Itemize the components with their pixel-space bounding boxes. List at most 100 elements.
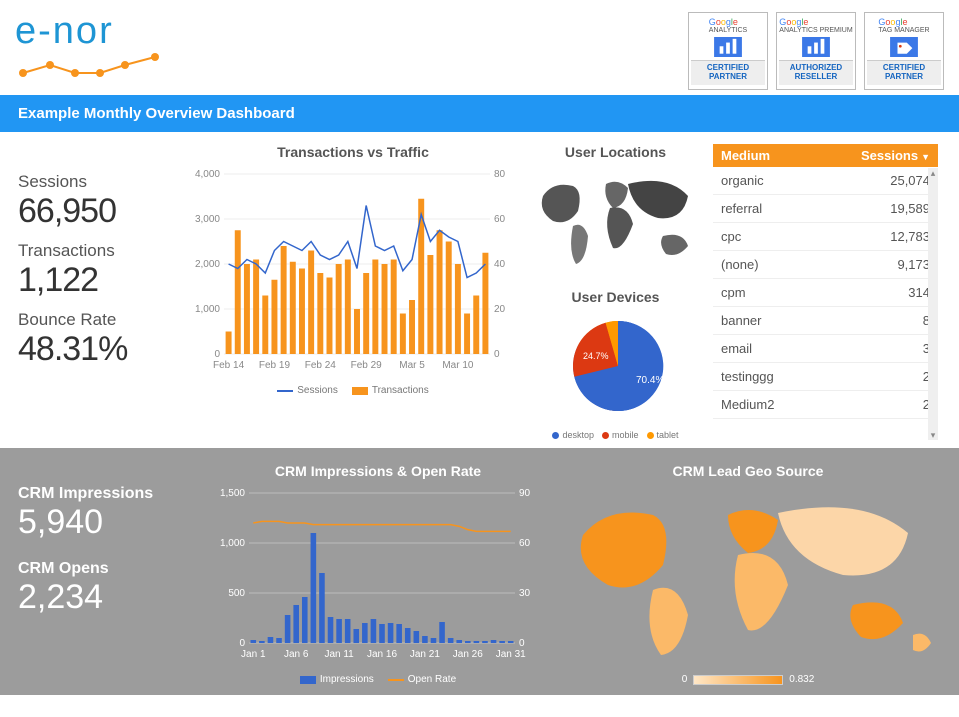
scroll-up-icon[interactable]: ▴ [928,168,938,178]
svg-text:0: 0 [214,349,220,360]
world-map-icon[interactable] [528,166,703,276]
svg-text:20: 20 [494,304,506,315]
cell-medium: cpm [713,279,814,307]
svg-text:Jan 1: Jan 1 [241,649,266,660]
cell-sessions: 12,783 [814,223,938,251]
crm-legend: Impressions Open Rate [213,674,543,685]
table-header-sessions[interactable]: Sessions▼ [814,144,938,167]
svg-text:40: 40 [494,259,506,270]
crm-geo-title: CRM Lead Geo Source [553,463,943,479]
svg-text:Jan 31: Jan 31 [496,649,526,660]
svg-text:Feb 14: Feb 14 [213,360,245,371]
kpi-crm-opens-value: 2,234 [18,578,203,617]
cell-sessions: 3 [814,335,938,363]
svg-text:Jan 6: Jan 6 [284,649,309,660]
pie-desktop-label: 70.4% [636,375,664,386]
scroll-down-icon[interactable]: ▾ [928,430,938,440]
header: e-nor Google ANALYTICS CERTIFIEDPARTNER … [0,0,959,95]
analytics-icon [713,37,743,57]
world-map-orange-icon [553,485,943,665]
svg-text:2,000: 2,000 [195,259,220,270]
svg-text:1,000: 1,000 [195,304,220,315]
svg-text:0: 0 [239,638,245,649]
svg-text:Feb 29: Feb 29 [351,360,383,371]
svg-text:Mar 10: Mar 10 [442,360,474,371]
svg-text:60: 60 [519,538,531,549]
geo-scale-legend: 0 0.832 [553,674,943,685]
table-row[interactable]: email3 [713,335,938,363]
cell-medium: Medium2 [713,391,814,419]
kpi-crm-impressions-label: CRM Impressions [18,485,203,503]
transactions-vs-traffic-chart[interactable]: Transactions vs Traffic 0 1,000 2,000 3,000… [188,144,518,440]
table-row[interactable]: referral19,589 [713,195,938,223]
cell-sessions: 2 [814,363,938,391]
medium-sessions-table[interactable]: Medium Sessions▼ organic25,074referral19… [713,144,938,440]
cell-sessions: 19,589 [814,195,938,223]
table-scrollbar[interactable]: ▴ ▾ [928,168,938,440]
cell-sessions: 2 [814,391,938,419]
svg-text:0: 0 [494,349,500,360]
overview-panel: Sessions 66,950 Transactions 1,122 Bounc… [0,132,959,448]
pie-chart[interactable]: 70.4% 24.7% [528,311,703,421]
cell-medium: banner [713,307,814,335]
crm-impressions-chart[interactable]: CRM Impressions & Open Rate 05001,0001,5… [213,463,543,685]
cell-medium: referral [713,195,814,223]
kpi-bounce-label: Bounce Rate [18,310,178,330]
kpi-sessions-label: Sessions [18,172,178,192]
badge-tag-manager: Google TAG MANAGER CERTIFIEDPARTNER [864,12,944,90]
table-row[interactable]: testinggg2 [713,363,938,391]
svg-text:Jan 11: Jan 11 [324,649,354,660]
table-header-medium[interactable]: Medium [713,144,814,167]
logo: e-nor [15,10,175,86]
crm-chart-svg: 05001,0001,5000306090Jan 1Jan 6Jan 11Jan… [213,485,543,665]
kpi-bounce-value: 48.31% [18,330,178,369]
cell-medium: cpc [713,223,814,251]
table-row[interactable]: cpm314 [713,279,938,307]
cell-medium: testinggg [713,363,814,391]
combo-legend: Sessions Transactions [188,385,518,396]
svg-text:80: 80 [494,169,506,180]
table-row[interactable]: Medium22 [713,391,938,419]
analytics-icon [801,37,831,57]
svg-text:60: 60 [494,214,506,225]
crm-geo-chart[interactable]: CRM Lead Geo Source 0 0.832 [553,463,943,685]
table-row[interactable]: cpc12,783 [713,223,938,251]
cell-sessions: 314 [814,279,938,307]
badge-analytics-partner: Google ANALYTICS CERTIFIEDPARTNER [688,12,768,90]
cell-medium: (none) [713,251,814,279]
table-row[interactable]: organic25,074 [713,167,938,195]
svg-text:3,000: 3,000 [195,214,220,225]
chart-title: Transactions vs Traffic [188,144,518,160]
svg-text:Jan 26: Jan 26 [453,649,483,660]
combo-chart-svg: 0 1,000 2,000 3,000 4,000 0 20 40 60 80 Feb 14 Feb … [188,166,518,376]
table-row[interactable]: (none)9,173 [713,251,938,279]
kpi-crm-opens-label: CRM Opens [18,560,203,578]
svg-text:Feb 24: Feb 24 [305,360,337,371]
svg-text:Feb 19: Feb 19 [259,360,291,371]
crm-kpi-column: CRM Impressions 5,940 CRM Opens 2,234 [18,463,203,685]
logo-squiggle-icon [15,51,175,81]
geo-column: User Locations User Devices [528,144,703,440]
svg-text:1,500: 1,500 [220,488,245,499]
cell-sessions: 9,173 [814,251,938,279]
cell-sessions: 25,074 [814,167,938,195]
svg-text:500: 500 [228,588,245,599]
kpi-transactions-label: Transactions [18,241,178,261]
svg-text:Jan 16: Jan 16 [367,649,397,660]
kpi-crm-impressions-value: 5,940 [18,503,203,542]
cell-sessions: 8 [814,307,938,335]
svg-text:0: 0 [519,638,525,649]
crm-chart-title: CRM Impressions & Open Rate [213,463,543,479]
logo-text: e-nor [15,10,175,53]
partner-badges: Google ANALYTICS CERTIFIEDPARTNER Google… [688,12,944,90]
color-scale-icon [693,675,783,685]
pie-mobile-label: 24.7% [583,351,609,361]
cell-medium: email [713,335,814,363]
table-row[interactable]: banner8 [713,307,938,335]
cell-medium: organic [713,167,814,195]
badge-analytics-reseller: Google ANALYTICS PREMIUM AUTHORIZEDRESEL… [776,12,856,90]
crm-panel: CRM Impressions 5,940 CRM Opens 2,234 CR… [0,448,959,695]
user-devices-title: User Devices [528,289,703,305]
svg-text:Jan 21: Jan 21 [410,649,440,660]
svg-text:4,000: 4,000 [195,169,220,180]
